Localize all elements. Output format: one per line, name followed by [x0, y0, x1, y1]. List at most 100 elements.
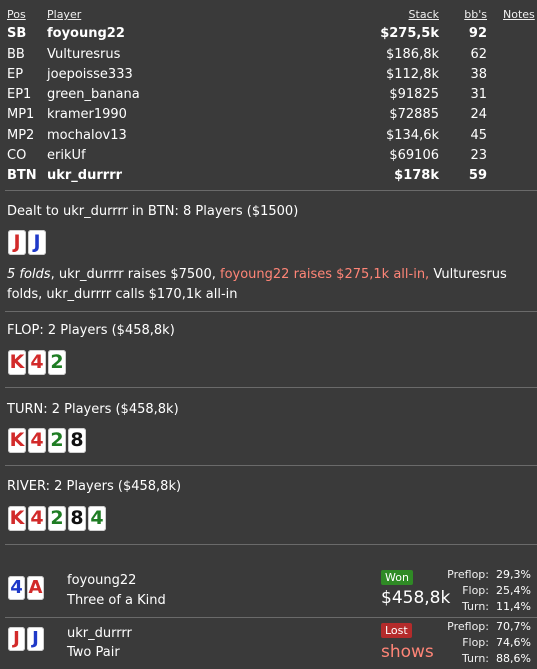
player-bbs: 45	[470, 127, 487, 143]
player-stack: $186,8k	[385, 46, 439, 62]
table-header: Pos Player Stack bb's Notes	[0, 4, 537, 24]
playing-card: 4	[28, 350, 46, 375]
header-player[interactable]: Player	[47, 8, 81, 21]
result-player-name: ukr_durrrr	[67, 626, 132, 641]
flop-cards: K42	[8, 350, 66, 375]
divider	[5, 311, 537, 312]
player-stack: $134,6k	[385, 127, 439, 143]
table-row: BTN ukr_durrrr $178k 59	[0, 166, 537, 186]
player-position: EP	[7, 66, 24, 82]
table-row: SB foyoung22 $275,5k 92	[0, 24, 537, 44]
playing-card: 8	[68, 506, 86, 531]
table-row: EP1 green_banana $91825 31	[0, 85, 537, 105]
player-stack: $91825	[389, 87, 439, 103]
header-bbs[interactable]: bb's	[464, 8, 487, 21]
player-position: MP1	[7, 107, 35, 123]
playing-card: 4	[8, 576, 25, 600]
playing-card: 2	[48, 350, 66, 375]
equity-preflop-label: Preflop:	[447, 620, 489, 633]
won-badge: Won	[381, 570, 413, 585]
player-bbs: 62	[470, 46, 487, 62]
playing-card: K	[8, 350, 26, 375]
result-hand-rank: Three of a Kind	[67, 593, 166, 608]
playing-card: K	[8, 506, 26, 531]
player-bbs: 31	[470, 87, 487, 103]
equity-preflop-value: 70,7%	[496, 620, 531, 633]
playing-card: 4	[28, 428, 46, 453]
player-stack: $275,5k	[380, 26, 439, 42]
equity-flop-label: Flop:	[462, 636, 489, 649]
preflop-action: 5 folds, ukr_durrrr raises $7500, foyoun…	[7, 265, 532, 305]
table-row: EP joepoisse333 $112,8k 38	[0, 65, 537, 85]
player-name[interactable]: erikUf	[47, 148, 86, 163]
player-stack: $178k	[394, 168, 439, 184]
playing-card: 2	[48, 428, 66, 453]
turn-title: TURN: 2 Players ($458,8k)	[7, 402, 179, 417]
header-notes[interactable]: Notes	[503, 8, 535, 21]
player-name[interactable]: ukr_durrrr	[47, 168, 122, 183]
player-bbs: 38	[470, 66, 487, 82]
player-name[interactable]: Vulturesrus	[47, 47, 120, 62]
player-name[interactable]: kramer1990	[47, 107, 127, 122]
header-stack[interactable]: Stack	[409, 8, 439, 21]
action-hero-raise: , ukr_durrrr raises $7500,	[50, 267, 220, 282]
hero-cards: JJ	[8, 230, 46, 255]
equity-turn-label: Turn:	[461, 652, 489, 665]
equity-turn-label: Turn:	[461, 600, 489, 613]
equity-preflop-value: 29,3%	[496, 568, 531, 581]
player-name[interactable]: mochalov13	[47, 128, 127, 143]
players-table: Pos Player Stack bb's Notes SB foyoung22 $…	[0, 4, 537, 187]
flop-title: FLOP: 2 Players ($458,8k)	[7, 323, 175, 338]
playing-card: A	[27, 576, 44, 600]
playing-card: 8	[68, 428, 86, 453]
table-row: MP1 kramer1990 $72885 24	[0, 105, 537, 125]
player-position: MP2	[7, 127, 35, 143]
player-bbs: 59	[468, 168, 487, 184]
divider	[5, 387, 537, 388]
turn-cards: K428	[8, 428, 86, 453]
river-cards: K4284	[8, 506, 106, 531]
preflop-title: Dealt to ukr_durrrr in BTN: 8 Players ($…	[7, 204, 299, 219]
player-bbs: 24	[470, 107, 487, 123]
equity-flop-value: 25,4%	[496, 584, 531, 597]
equity-turn-value: 88,6%	[496, 652, 531, 665]
playing-card: J	[27, 627, 44, 651]
table-row: CO erikUf $69106 23	[0, 146, 537, 166]
result-cards-2: JJ	[8, 627, 44, 651]
divider	[5, 465, 537, 466]
playing-card: 4	[88, 506, 106, 531]
equity-preflop-label: Preflop:	[447, 568, 489, 581]
lost-badge: Lost	[381, 623, 412, 638]
playing-card: J	[8, 230, 26, 255]
divider	[5, 544, 537, 545]
divider	[5, 617, 537, 618]
header-pos[interactable]: Pos	[7, 8, 26, 21]
player-position: BTN	[7, 168, 37, 184]
result-cards-1: 4A	[8, 576, 44, 600]
player-position: CO	[7, 148, 27, 164]
player-position: SB	[7, 26, 27, 42]
result-hand-rank: Two Pair	[67, 645, 120, 660]
shows-label: shows	[381, 642, 434, 662]
playing-card: 4	[28, 506, 46, 531]
player-bbs: 23	[470, 148, 487, 164]
player-position: BB	[7, 46, 25, 62]
player-stack: $112,8k	[385, 66, 439, 82]
player-stack: $72885	[389, 107, 439, 123]
result-player-name: foyoung22	[67, 573, 137, 588]
playing-card: J	[8, 627, 25, 651]
player-name[interactable]: foyoung22	[47, 26, 125, 41]
action-villain-allin: foyoung22 raises $275,1k all-in,	[220, 267, 430, 282]
table-row: BB Vulturesrus $186,8k 62	[0, 45, 537, 65]
river-title: RIVER: 2 Players ($458,8k)	[7, 479, 182, 494]
playing-card: 2	[48, 506, 66, 531]
equity-turn-value: 11,4%	[496, 600, 531, 613]
player-position: EP1	[7, 87, 32, 103]
playing-card: J	[28, 230, 46, 255]
player-name[interactable]: joepoisse333	[47, 67, 133, 82]
table-row: MP2 mochalov13 $134,6k 45	[0, 126, 537, 146]
player-name[interactable]: green_banana	[47, 87, 140, 102]
player-stack: $69106	[389, 148, 439, 164]
won-amount: $458,8k	[381, 588, 451, 608]
playing-card: K	[8, 428, 26, 453]
